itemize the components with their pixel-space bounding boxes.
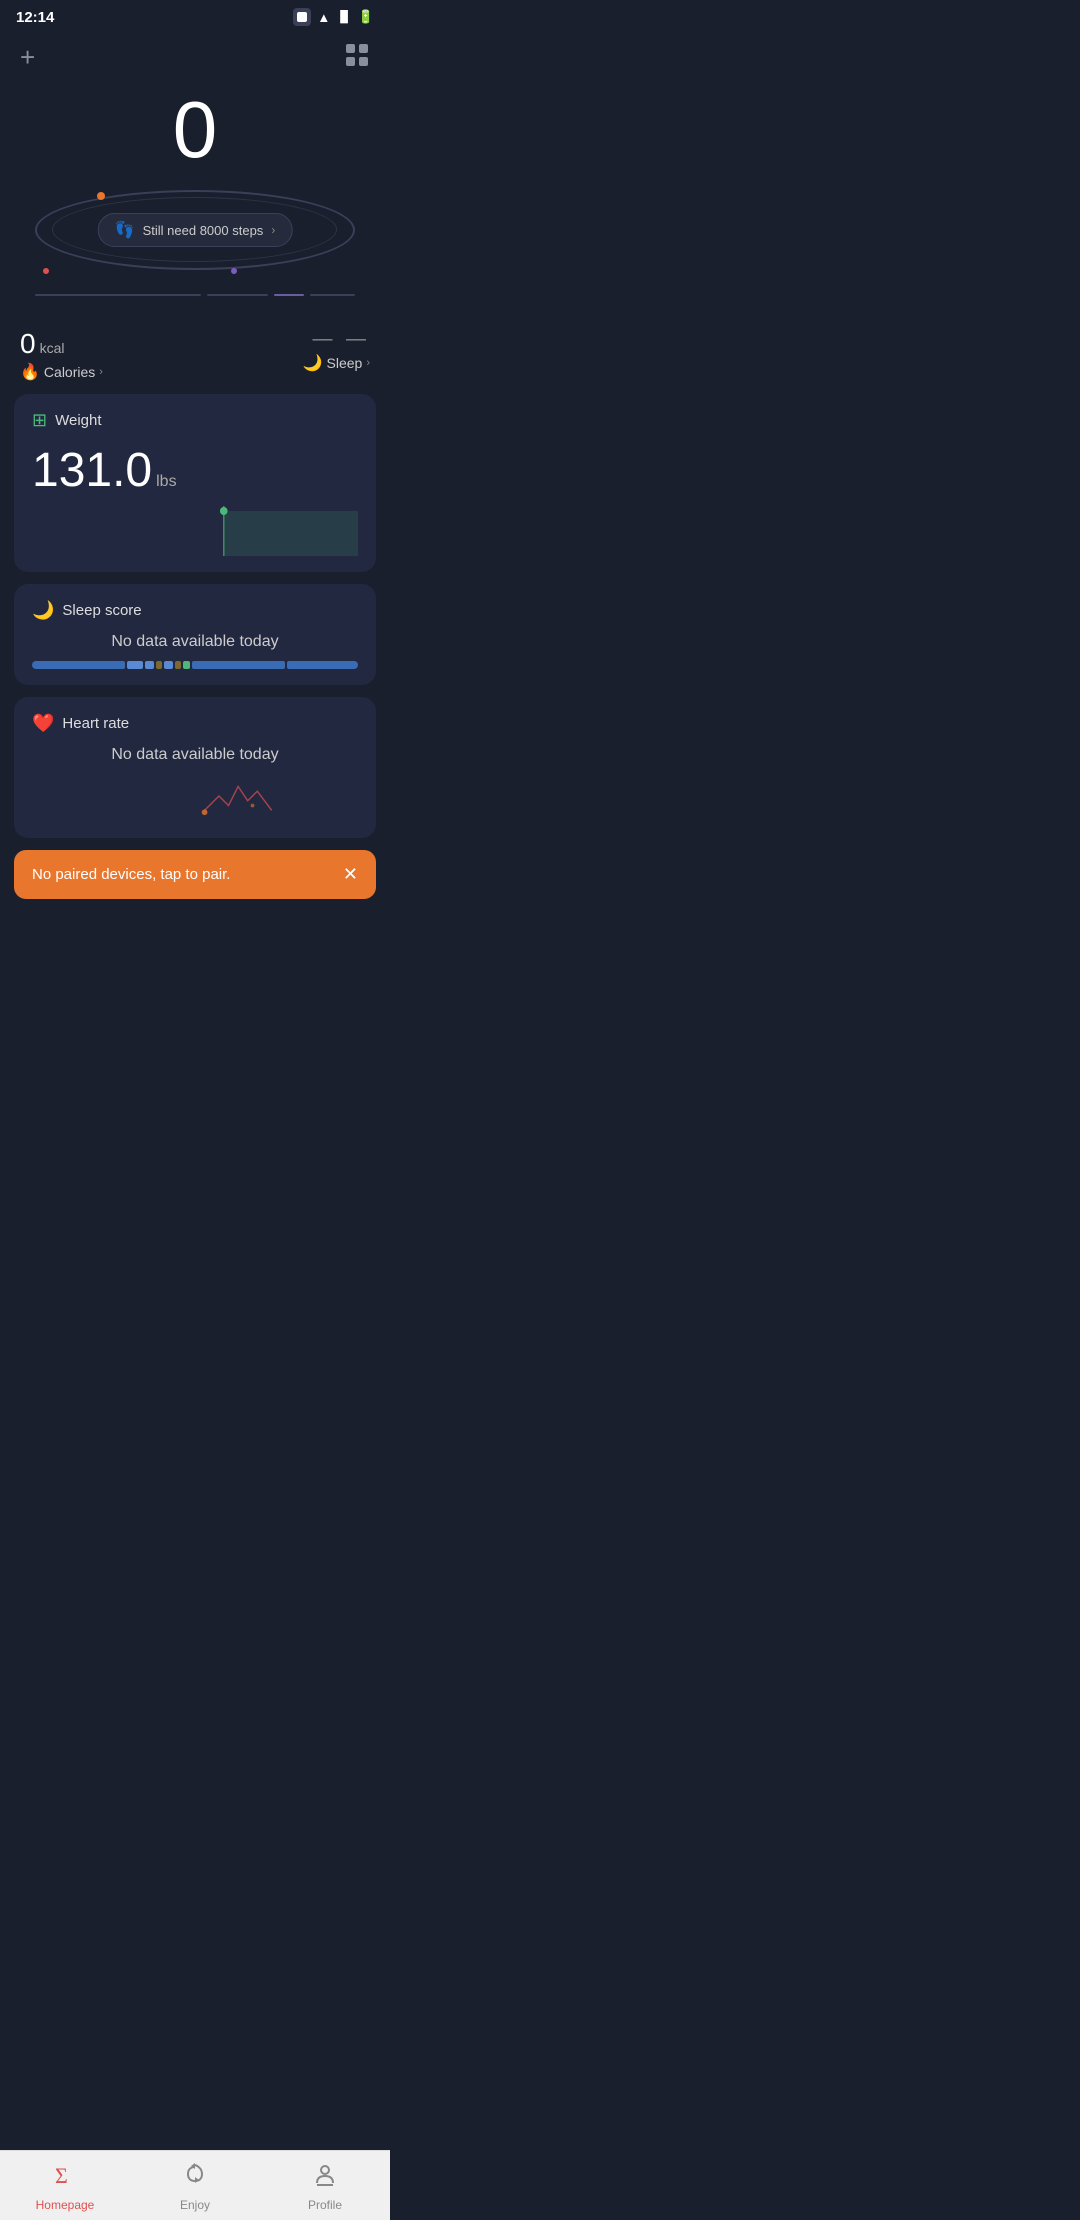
bottom-nav: Σ Homepage Enjoy Profile xyxy=(0,2150,390,2220)
steps-badge[interactable]: 👣 Still need 8000 steps › xyxy=(98,213,293,247)
pair-banner-text: No paired devices, tap to pair. xyxy=(32,866,230,883)
status-time: 12:14 xyxy=(16,9,54,26)
nav-enjoy[interactable]: Enjoy xyxy=(130,2161,260,2212)
calories-icon: 🔥 xyxy=(20,362,40,382)
sleep-arrow-icon: › xyxy=(366,357,370,369)
sleep-no-data-text: No data available today xyxy=(32,633,358,651)
progress-dot-red xyxy=(43,268,49,274)
wifi-icon: ▲ xyxy=(317,10,330,25)
weight-card-title: Weight xyxy=(55,412,101,429)
progress-seg-1 xyxy=(35,294,201,296)
weight-card[interactable]: ⊞ Weight 131.0 lbs xyxy=(14,394,376,572)
weight-value: 131.0 xyxy=(32,443,152,498)
sleep-seg-6 xyxy=(175,661,181,669)
steps-section: 0 👣 Still need 8000 steps › xyxy=(0,80,390,316)
homepage-icon: Σ xyxy=(52,2161,78,2194)
top-action-bar: + xyxy=(0,34,390,80)
footprint-icon: 👣 xyxy=(115,220,135,240)
progress-seg-4 xyxy=(310,294,355,296)
calories-value: 0 xyxy=(20,328,36,360)
enjoy-label: Enjoy xyxy=(180,2198,210,2212)
weight-unit: lbs xyxy=(156,473,176,491)
enjoy-icon xyxy=(182,2161,208,2194)
sleep-chart-bar xyxy=(32,661,358,669)
sleep-seg-4 xyxy=(156,661,162,669)
nav-profile[interactable]: Profile xyxy=(260,2161,390,2212)
steps-count: 0 xyxy=(173,90,218,170)
metrics-row: 0 kcal 🔥 Calories › — — 🌙 Sleep › xyxy=(0,316,390,394)
sleep-seg-2 xyxy=(127,661,143,669)
steps-arrow-icon: › xyxy=(271,223,275,237)
status-icons: ▲ ▐▌ 🔋 xyxy=(293,8,374,26)
sleep-score-icon: 🌙 xyxy=(32,600,54,621)
pair-banner-close-button[interactable]: ✕ xyxy=(343,864,358,885)
progress-dot-purple xyxy=(231,268,237,274)
nav-homepage[interactable]: Σ Homepage xyxy=(0,2161,130,2212)
sleep-icon: 🌙 xyxy=(303,353,323,373)
sleep-score-header: 🌙 Sleep score xyxy=(32,600,358,621)
steps-need-text: Still need 8000 steps xyxy=(143,223,264,238)
homepage-label: Homepage xyxy=(36,2198,95,2212)
pair-banner[interactable]: No paired devices, tap to pair. ✕ xyxy=(14,850,376,899)
sleep-seg-1 xyxy=(32,661,125,669)
status-bar: 12:14 ▲ ▐▌ 🔋 xyxy=(0,0,390,34)
calories-label: Calories xyxy=(44,364,95,380)
progress-seg-3 xyxy=(274,294,304,296)
progress-seg-2 xyxy=(207,294,267,296)
sleep-seg-3 xyxy=(145,661,154,669)
heart-rate-icon: ❤️ xyxy=(32,713,54,734)
notification-icon xyxy=(293,8,311,26)
sleep-score-title: Sleep score xyxy=(62,602,141,619)
weight-chart xyxy=(32,506,358,556)
sleep-metric[interactable]: — — 🌙 Sleep › xyxy=(303,328,370,373)
heart-rate-header: ❤️ Heart rate xyxy=(32,713,358,734)
sleep-seg-7 xyxy=(183,661,189,669)
calories-unit: kcal xyxy=(40,340,65,356)
battery-icon: 🔋 xyxy=(358,9,374,25)
sleep-label: Sleep xyxy=(327,355,363,371)
heart-rate-title: Heart rate xyxy=(62,715,129,732)
sleep-seg-5 xyxy=(164,661,173,669)
grid-button[interactable] xyxy=(344,42,370,72)
sleep-seg-9 xyxy=(287,661,358,669)
signal-icon: ▐▌ xyxy=(336,11,352,23)
weight-card-header: ⊞ Weight xyxy=(32,410,358,431)
steps-ring: 👣 Still need 8000 steps › xyxy=(35,180,355,280)
progress-bars xyxy=(35,294,355,296)
profile-icon xyxy=(312,2161,338,2194)
svg-text:Σ: Σ xyxy=(55,2163,68,2187)
profile-label: Profile xyxy=(308,2198,342,2212)
heart-rate-chart xyxy=(32,772,358,822)
sleep-seg-8 xyxy=(192,661,285,669)
heart-rate-card[interactable]: ❤️ Heart rate No data available today xyxy=(14,697,376,838)
weight-icon: ⊞ xyxy=(32,410,47,431)
weight-value-row: 131.0 lbs xyxy=(32,443,358,498)
add-button[interactable]: + xyxy=(20,44,35,70)
calories-metric[interactable]: 0 kcal 🔥 Calories › xyxy=(20,328,103,382)
calories-arrow-icon: › xyxy=(99,366,103,378)
heart-rate-no-data-text: No data available today xyxy=(32,746,358,764)
progress-dot-orange xyxy=(97,192,105,200)
sleep-score-card[interactable]: 🌙 Sleep score No data available today xyxy=(14,584,376,685)
sleep-dashes: — — xyxy=(312,328,370,351)
